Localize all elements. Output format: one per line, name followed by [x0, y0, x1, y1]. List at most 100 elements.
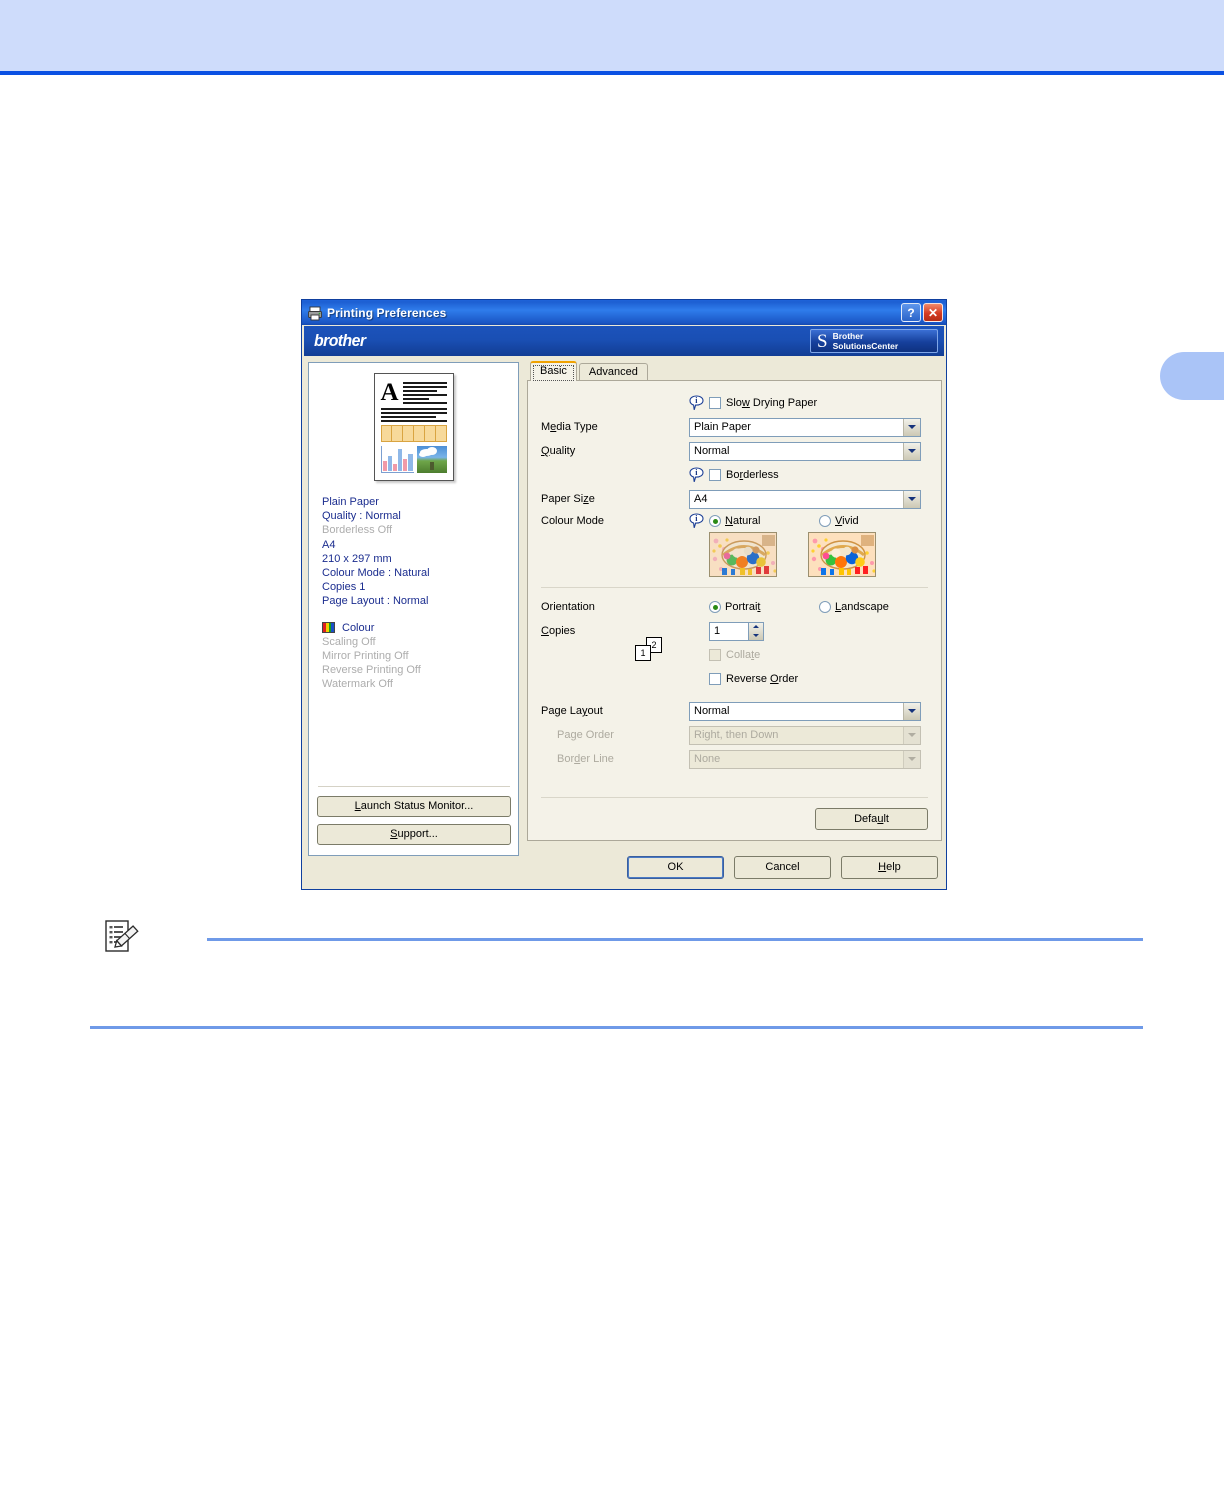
- colour-mode-label: Colour Mode: [541, 515, 604, 527]
- radio-on-icon: [709, 515, 721, 527]
- colour-mode-vivid-radio[interactable]: Vivid: [819, 515, 859, 527]
- launch-status-monitor-button[interactable]: Launch Status Monitor...: [317, 796, 511, 817]
- solutions-center-line2: SolutionsCenter: [832, 341, 899, 351]
- ok-button[interactable]: OK: [627, 856, 724, 879]
- basic-tab-pane: i Slow Drying Paper Media Type Plain Pap…: [527, 380, 942, 841]
- preview-body-lines: [380, 408, 447, 422]
- tab-advanced[interactable]: Advanced: [578, 363, 648, 381]
- colour-mode-natural-radio[interactable]: Natural: [709, 515, 813, 527]
- reverse-order-label[interactable]: Reverse Order: [726, 673, 798, 685]
- chevron-down-icon[interactable]: [903, 702, 920, 720]
- info-icon[interactable]: i: [689, 467, 704, 483]
- collate-checkbox: [709, 649, 721, 661]
- summary-item: Reverse Printing Off: [322, 664, 421, 677]
- border-line-select: None: [689, 749, 921, 769]
- info-icon[interactable]: i: [689, 513, 704, 529]
- page-bottom-rule: [90, 1026, 1143, 1029]
- brother-logo: brother: [314, 331, 366, 350]
- settings-summary: Plain Paper Quality : Normal Borderless …: [309, 495, 518, 692]
- copies-decrement-button[interactable]: [749, 631, 763, 640]
- default-separator: [541, 797, 928, 798]
- brother-solutions-center-button[interactable]: S Brother SolutionsCenter: [810, 329, 938, 353]
- quality-select[interactable]: Normal: [689, 441, 921, 461]
- printer-icon: [307, 305, 323, 321]
- default-button[interactable]: Default: [815, 808, 928, 830]
- slow-drying-paper-checkbox[interactable]: [709, 397, 721, 409]
- summary-item: Mirror Printing Off: [322, 650, 409, 663]
- summary-item: Watermark Off: [322, 678, 393, 691]
- chevron-down-icon[interactable]: [903, 418, 920, 436]
- dialog-titlebar: Printing Preferences ? ✕: [302, 300, 946, 325]
- copies-input[interactable]: [709, 621, 749, 641]
- colour-mode-natural-preview: [709, 532, 777, 577]
- page-order-label: Page Order: [557, 729, 614, 741]
- paper-size-select[interactable]: A4: [689, 489, 921, 509]
- dialog-body: A Plain Paper Quality: Normal Borderles…: [302, 356, 946, 856]
- colour-mode-natural-label: Natural: [725, 515, 761, 527]
- borderless-checkbox[interactable]: [709, 469, 721, 481]
- summary-item: Scaling Off: [322, 635, 376, 648]
- paper-size-value: A4: [694, 493, 708, 505]
- chevron-down-icon[interactable]: [903, 490, 920, 508]
- page-side-tab: [1160, 352, 1224, 400]
- section-separator: [541, 587, 928, 588]
- quality-row: Quality Normal: [541, 441, 928, 461]
- tab-basic[interactable]: Basic: [530, 361, 577, 381]
- preview-separator: [318, 786, 510, 787]
- summary-colour-label: Colour: [342, 621, 375, 634]
- reverse-order-checkbox[interactable]: [709, 673, 721, 685]
- print-preview-panel: A Plain Paper Quality: Normal Borderles…: [308, 362, 519, 856]
- page-order-select: Right, then Down: [689, 725, 921, 745]
- orientation-portrait-radio[interactable]: Portrait: [709, 601, 813, 613]
- copies-stepper[interactable]: [709, 621, 764, 641]
- page-header-rule: [0, 71, 1224, 75]
- page-layout-row: Page Layout Normal: [541, 701, 928, 721]
- paper-size-row: Paper Size A4: [541, 489, 928, 509]
- slow-drying-paper-row: i Slow Drying Paper: [541, 393, 928, 413]
- summary-item: Borderless Off: [322, 524, 393, 537]
- preview-text-lines: [402, 380, 447, 406]
- solutions-center-line1: Brother: [832, 331, 864, 341]
- copies-increment-button[interactable]: [749, 623, 763, 632]
- info-icon[interactable]: i: [689, 395, 704, 411]
- borderless-label[interactable]: Borderless: [726, 469, 779, 481]
- dialog-title: Printing Preferences: [327, 305, 447, 320]
- help-titlebar-button[interactable]: ?: [901, 303, 921, 322]
- preview-bar-chart: [380, 446, 414, 473]
- copies-row: Copies: [541, 621, 928, 641]
- paper-size-label: Paper Size: [541, 493, 595, 505]
- swoosh-icon: S: [817, 330, 828, 352]
- page-header-band: [0, 0, 1224, 71]
- summary-item: Page Layout : Normal: [322, 595, 429, 608]
- border-line-label: Border Line: [557, 753, 614, 765]
- borderless-row: i Borderless: [541, 465, 928, 485]
- collate-label: Collate: [726, 649, 761, 661]
- help-button[interactable]: Help: [841, 856, 938, 879]
- page-order-row: Page Order Right, then Down: [541, 725, 928, 745]
- quality-value: Normal: [694, 445, 730, 457]
- cancel-button[interactable]: Cancel: [734, 856, 831, 879]
- page-layout-select[interactable]: Normal: [689, 701, 921, 721]
- support-button[interactable]: Support...: [317, 824, 511, 845]
- slow-drying-paper-label[interactable]: Slow Drying Paper: [726, 397, 817, 409]
- summary-item: Quality : Normal: [322, 510, 401, 523]
- summary-item: Colour Mode : Natural: [322, 567, 430, 580]
- colour-mode-row: Colour Mode i Natural Vivid: [541, 513, 928, 577]
- preview-letter-a: A: [380, 379, 399, 406]
- page-layout-value: Normal: [694, 705, 730, 717]
- chevron-down-icon[interactable]: [903, 442, 920, 460]
- note-separator-rule: [207, 938, 1143, 941]
- note-pencil-icon: [103, 918, 141, 956]
- collate-row: Collate: [541, 645, 928, 665]
- page-order-preview-icon: 2 1: [632, 637, 666, 663]
- summary-item: 210 x 297 mm: [322, 552, 392, 565]
- media-type-select[interactable]: Plain Paper: [689, 417, 921, 437]
- chevron-down-icon: [903, 750, 920, 768]
- copies-label: Copies: [541, 625, 576, 637]
- orientation-landscape-radio[interactable]: Landscape: [819, 601, 889, 613]
- dialog-footer: OK Cancel Help: [627, 856, 938, 879]
- border-line-row: Border Line None: [541, 749, 928, 769]
- close-icon[interactable]: ✕: [923, 303, 943, 322]
- media-type-label: Media Type: [541, 421, 598, 433]
- summary-item: Copies 1: [322, 581, 366, 594]
